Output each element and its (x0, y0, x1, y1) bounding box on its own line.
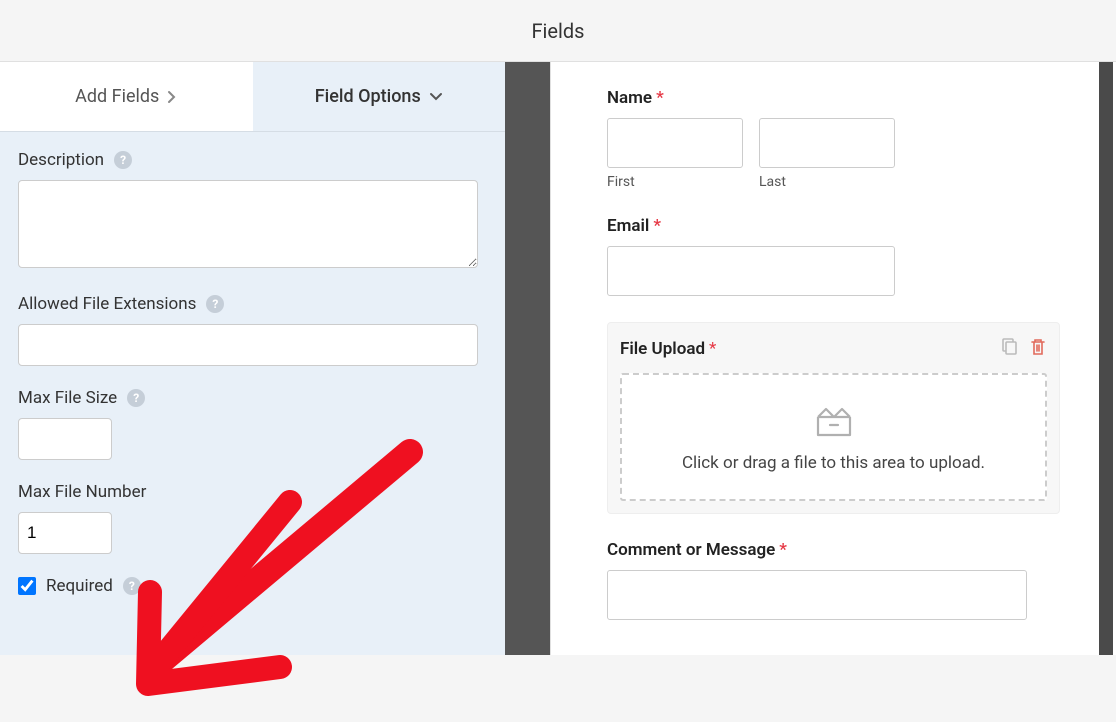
required-star-icon: * (779, 540, 787, 560)
required-star-icon: * (709, 339, 716, 359)
help-icon[interactable]: ? (123, 577, 141, 595)
upload-box-icon (632, 403, 1035, 439)
tab-add-fields[interactable]: Add Fields (0, 62, 253, 131)
right-scrollbar[interactable] (1099, 62, 1113, 655)
last-sublabel: Last (759, 174, 895, 190)
comment-label: Comment or Message (607, 540, 775, 560)
description-label: Description (18, 150, 104, 170)
allowed-extensions-label: Allowed File Extensions (18, 294, 196, 314)
panel-body: Description ? Allowed File Extensions ? … (0, 132, 505, 655)
help-icon[interactable]: ? (114, 151, 132, 169)
first-sublabel: First (607, 174, 743, 190)
field-options-panel: Add Fields Field Options Description ? (0, 62, 505, 655)
last-name-input[interactable] (759, 118, 895, 168)
chevron-down-icon (429, 92, 443, 102)
chevron-right-icon (167, 90, 177, 104)
name-label: Name (607, 88, 652, 108)
help-icon[interactable]: ? (127, 389, 145, 407)
description-input[interactable] (18, 180, 478, 268)
form-preview-panel: Name * First Last Email * (550, 62, 1116, 655)
panel-tabs: Add Fields Field Options (0, 62, 505, 132)
required-label: Required (46, 576, 113, 596)
max-file-number-input[interactable] (18, 512, 112, 554)
tab-label: Field Options (315, 86, 421, 107)
allowed-extensions-input[interactable] (18, 324, 478, 366)
upload-hint-text: Click or drag a file to this area to upl… (632, 453, 1035, 473)
file-upload-label: File Upload (620, 339, 705, 359)
required-star-icon: * (656, 88, 664, 108)
required-star-icon: * (653, 216, 661, 236)
tab-label: Add Fields (75, 86, 159, 107)
email-input[interactable] (607, 246, 895, 296)
file-upload-field[interactable]: File Upload * (607, 322, 1060, 514)
duplicate-icon[interactable] (999, 337, 1019, 361)
tab-field-options[interactable]: Field Options (253, 62, 506, 131)
first-name-input[interactable] (607, 118, 743, 168)
max-file-number-label: Max File Number (18, 482, 146, 502)
max-file-size-input[interactable] (18, 418, 112, 460)
max-file-size-label: Max File Size (18, 388, 117, 408)
delete-icon[interactable] (1029, 337, 1047, 361)
comment-input[interactable] (607, 570, 1027, 620)
upload-dropzone[interactable]: Click or drag a file to this area to upl… (620, 373, 1047, 501)
page-title: Fields (532, 19, 585, 43)
required-checkbox[interactable] (18, 577, 36, 595)
help-icon[interactable]: ? (206, 295, 224, 313)
email-label: Email (607, 216, 649, 236)
panel-divider[interactable] (505, 62, 550, 655)
